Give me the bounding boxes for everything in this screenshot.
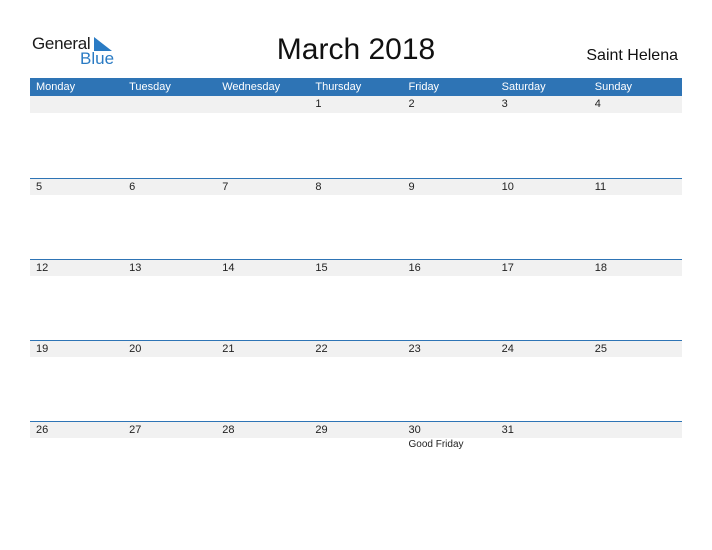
holiday-label [123, 113, 216, 114]
day-number: 12 [36, 262, 49, 274]
holiday-label [216, 438, 309, 450]
holiday-label [30, 276, 123, 277]
holiday-label [496, 357, 589, 358]
day-number [30, 96, 123, 113]
week-row: 19 20 21 22 23 24 25 [30, 340, 682, 421]
holiday-label [216, 113, 309, 114]
day-number: 23 [408, 343, 421, 355]
day-number: 3 [501, 98, 508, 110]
holiday-label [403, 276, 496, 277]
weekday-label: Sunday [594, 81, 633, 93]
holiday-label [589, 113, 682, 114]
day-number [216, 96, 309, 113]
day-number: 19 [36, 343, 49, 355]
holiday-label [309, 438, 402, 450]
holiday-label [496, 195, 589, 196]
day-number: 13 [129, 262, 142, 274]
date-bar: 26 27 28 29 30 31 [30, 421, 682, 438]
holiday-label [309, 357, 402, 358]
weekday-label: Monday [36, 81, 76, 93]
day-number: 18 [594, 262, 607, 274]
holiday-label [216, 195, 309, 196]
holiday-label [403, 113, 496, 114]
holiday-label [496, 276, 589, 277]
holiday-row [30, 276, 682, 277]
calendar-grid: Monday Tuesday Wednesday Thursday Friday… [30, 78, 682, 450]
weekday-label: Tuesday [129, 81, 171, 93]
day-number: 27 [129, 424, 142, 436]
holiday-label: Good Friday [408, 439, 464, 450]
holiday-label [216, 357, 309, 358]
day-number: 1 [315, 98, 322, 110]
holiday-row [30, 357, 682, 358]
holiday-label [309, 195, 402, 196]
day-number: 30 [408, 424, 421, 436]
day-number: 28 [222, 424, 235, 436]
weekday-header: Monday Tuesday Wednesday Thursday Friday… [30, 78, 682, 96]
holiday-label [403, 195, 496, 196]
holiday-label [30, 357, 123, 358]
day-number: 22 [315, 343, 328, 355]
day-number: 21 [222, 343, 235, 355]
holiday-label [589, 195, 682, 196]
day-number: 2 [408, 98, 415, 110]
day-number: 4 [594, 98, 601, 110]
holiday-row: Good Friday [30, 438, 682, 450]
day-number: 20 [129, 343, 142, 355]
holiday-row [30, 195, 682, 196]
holiday-label [123, 357, 216, 358]
day-number: 5 [36, 181, 43, 193]
week-row: 1 2 3 4 [30, 96, 682, 177]
day-number: 26 [36, 424, 49, 436]
holiday-label [309, 113, 402, 114]
day-number: 8 [315, 181, 322, 193]
holiday-label [123, 195, 216, 196]
day-number [123, 96, 216, 113]
holiday-label [30, 195, 123, 196]
date-bar: 5 6 7 8 9 10 11 [30, 178, 682, 195]
day-number [589, 422, 682, 438]
day-number: 10 [501, 181, 514, 193]
date-bar: 1 2 3 4 [30, 96, 682, 113]
day-number: 7 [222, 181, 229, 193]
day-number: 14 [222, 262, 235, 274]
holiday-row [30, 113, 682, 114]
holiday-label [216, 276, 309, 277]
week-row: 12 13 14 15 16 17 18 [30, 259, 682, 340]
day-number: 16 [408, 262, 421, 274]
holiday-label [123, 438, 216, 450]
day-number: 31 [501, 424, 514, 436]
holiday-label [30, 113, 123, 114]
weekday-label: Wednesday [222, 81, 281, 93]
weekday-label: Saturday [501, 81, 546, 93]
country-label: Saint Helena [586, 47, 678, 64]
holiday-label [589, 276, 682, 277]
weekday-label: Thursday [315, 81, 362, 93]
day-number: 11 [594, 181, 607, 193]
day-number: 6 [129, 181, 136, 193]
holiday-label [496, 438, 589, 450]
holiday-label [309, 276, 402, 277]
day-number: 29 [315, 424, 328, 436]
day-number: 24 [501, 343, 514, 355]
date-bar: 19 20 21 22 23 24 25 [30, 340, 682, 357]
day-number: 9 [408, 181, 415, 193]
holiday-label [589, 438, 682, 450]
day-number: 25 [594, 343, 607, 355]
date-bar: 12 13 14 15 16 17 18 [30, 259, 682, 276]
holiday-label [496, 113, 589, 114]
holiday-label [403, 357, 496, 358]
holiday-label [123, 276, 216, 277]
holiday-label [30, 438, 123, 450]
weekday-label: Friday [408, 81, 440, 93]
holiday-label [589, 357, 682, 358]
day-number: 15 [315, 262, 328, 274]
week-row: 26 27 28 29 30 31 Good Friday [30, 421, 682, 502]
day-number: 17 [501, 262, 514, 274]
week-row: 5 6 7 8 9 10 11 [30, 178, 682, 259]
